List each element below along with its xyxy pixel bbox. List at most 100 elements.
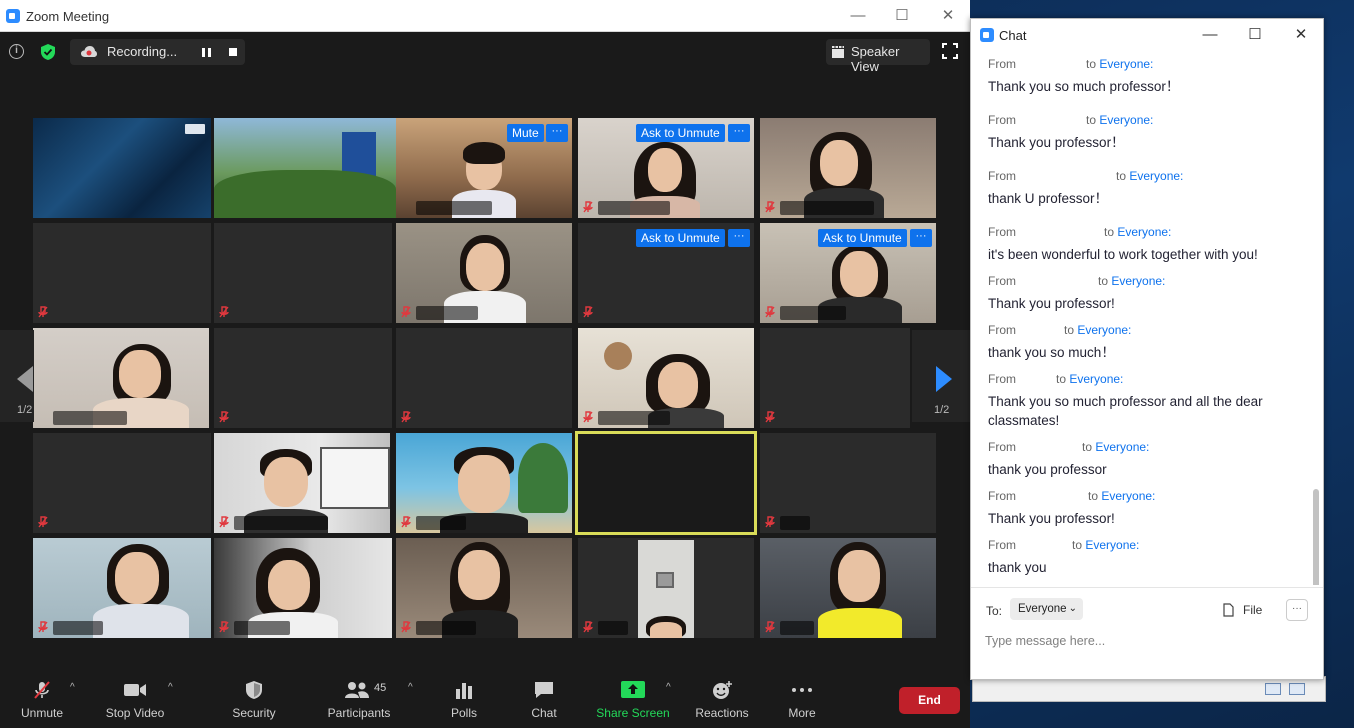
chat-scrollbar[interactable]	[1313, 489, 1319, 585]
zoom-titlebar[interactable]: Zoom Meeting — ☐ ✕	[0, 0, 970, 32]
video-tile[interactable]	[578, 538, 754, 638]
message-to-prefix: to	[1072, 538, 1083, 552]
zoom-meeting-window: Zoom Meeting — ☐ ✕ i Recording... Speake…	[0, 0, 970, 728]
message-text: thank you so much！	[988, 345, 1115, 360]
message-to-prefix: to	[1082, 440, 1093, 454]
fullscreen-icon[interactable]	[942, 43, 958, 59]
video-tile[interactable]	[33, 538, 211, 638]
message-recipient[interactable]: Everyone:	[1077, 323, 1131, 337]
chat-message: From to Everyone: thank you professor	[988, 440, 1308, 479]
minimize-icon[interactable]: —	[1200, 25, 1220, 45]
message-recipient[interactable]: Everyone:	[1117, 225, 1171, 239]
video-tile[interactable]: Ask to Unmute ···	[760, 223, 936, 323]
video-tile[interactable]	[33, 433, 211, 533]
ask-to-unmute-button[interactable]: Ask to Unmute	[818, 229, 907, 247]
minimize-icon[interactable]: —	[848, 6, 868, 26]
participant-face	[648, 148, 682, 192]
ask-to-unmute-button[interactable]: Ask to Unmute	[636, 229, 725, 247]
file-button[interactable]: File	[1221, 599, 1281, 621]
message-recipient[interactable]: Everyone:	[1129, 169, 1183, 183]
message-header: From to Everyone:	[988, 489, 1308, 505]
video-tile[interactable]	[214, 433, 390, 533]
message-recipient[interactable]: Everyone:	[1099, 57, 1153, 71]
speaker-view-button[interactable]: Speaker View	[826, 39, 930, 74]
security-label: Security	[232, 706, 276, 720]
audio-options-caret-icon[interactable]: ^	[70, 682, 80, 693]
close-icon[interactable]: ✕	[1291, 25, 1311, 45]
share-options-caret-icon[interactable]: ^	[666, 682, 676, 693]
video-tile[interactable]: Mute ···	[396, 118, 572, 218]
polls-button[interactable]: Polls	[440, 668, 488, 728]
video-options-caret-icon[interactable]: ^	[168, 682, 178, 693]
video-tile[interactable]	[760, 433, 936, 533]
message-text: Thank you so much professor and all the …	[988, 394, 1263, 428]
video-tile[interactable]	[396, 538, 572, 638]
security-button[interactable]: Security	[224, 668, 284, 728]
chat-button[interactable]: Chat	[520, 668, 568, 728]
video-tile[interactable]	[396, 433, 572, 533]
encryption-shield-icon[interactable]	[40, 43, 56, 61]
chat-titlebar[interactable]: Chat — ☐ ✕	[971, 19, 1323, 51]
participant-face	[840, 251, 878, 297]
participants-button[interactable]: 45 Participants	[322, 668, 396, 728]
video-tile[interactable]	[214, 118, 396, 218]
maximize-icon[interactable]: ☐	[1245, 25, 1265, 45]
end-meeting-button[interactable]: End	[899, 687, 960, 714]
tile-more-button[interactable]: ···	[546, 124, 568, 142]
chat-message-list[interactable]: From to Everyone: Thank you so much profe…	[971, 51, 1323, 585]
muted-mic-icon	[765, 516, 775, 528]
chat-bubble-icon	[535, 682, 553, 698]
ask-to-unmute-button[interactable]: Ask to Unmute	[636, 124, 725, 142]
participants-options-caret-icon[interactable]: ^	[408, 682, 418, 693]
previous-page-button[interactable]: 1/2	[0, 330, 34, 422]
pause-recording-icon[interactable]	[202, 48, 211, 57]
close-icon[interactable]: ✕	[938, 6, 958, 26]
file-label: File	[1243, 603, 1263, 617]
stop-video-button[interactable]: Stop Video	[100, 668, 170, 728]
share-screen-label: Share Screen	[596, 706, 670, 720]
message-recipient[interactable]: Everyone:	[1069, 372, 1123, 386]
arrow-right-icon	[936, 366, 952, 392]
message-recipient[interactable]: Everyone:	[1101, 489, 1155, 503]
video-tile[interactable]	[214, 538, 392, 638]
list-view-icon[interactable]	[1265, 683, 1281, 695]
video-tile[interactable]	[396, 223, 572, 323]
video-tile[interactable]	[33, 118, 211, 218]
muted-mic-icon	[583, 411, 593, 423]
details-view-icon[interactable]	[1289, 683, 1305, 695]
video-tile[interactable]	[760, 538, 936, 638]
meeting-info-icon[interactable]: i	[9, 44, 24, 59]
maximize-icon[interactable]: ☐	[892, 6, 912, 26]
next-page-button[interactable]: 1/2	[912, 330, 970, 422]
message-from-label: From	[988, 323, 1016, 337]
active-speaker-tile[interactable]	[575, 431, 757, 535]
participant-face	[838, 550, 880, 602]
message-recipient[interactable]: Everyone:	[1085, 538, 1139, 552]
recipient-select[interactable]: Everyone ⌄	[1010, 598, 1083, 620]
video-tile[interactable]	[214, 223, 392, 323]
video-tile[interactable]	[396, 328, 572, 428]
message-recipient[interactable]: Everyone:	[1099, 113, 1153, 127]
video-tile[interactable]: Ask to Unmute ···	[578, 118, 754, 218]
message-recipient[interactable]: Everyone:	[1111, 274, 1165, 288]
unmute-button[interactable]: Unmute	[10, 668, 74, 728]
message-input[interactable]	[985, 630, 1305, 652]
tile-more-button[interactable]: ···	[910, 229, 932, 247]
video-tile[interactable]: Ask to Unmute ···	[578, 223, 754, 323]
message-recipient[interactable]: Everyone:	[1095, 440, 1149, 454]
reactions-button[interactable]: Reactions	[692, 668, 752, 728]
video-tile[interactable]	[214, 328, 392, 428]
video-tile[interactable]	[760, 118, 936, 218]
chat-more-button[interactable]: ···	[1286, 599, 1308, 621]
tile-more-button[interactable]: ···	[728, 124, 750, 142]
message-from-label: From	[988, 57, 1016, 71]
video-tile[interactable]	[33, 328, 209, 428]
video-tile[interactable]	[760, 328, 910, 428]
more-button[interactable]: More	[778, 668, 826, 728]
tile-more-button[interactable]: ···	[728, 229, 750, 247]
mute-button[interactable]: Mute	[507, 124, 544, 142]
share-screen-button[interactable]: Share Screen	[594, 668, 672, 728]
video-tile[interactable]	[578, 328, 754, 428]
video-tile[interactable]	[33, 223, 211, 323]
stop-recording-icon[interactable]	[229, 48, 237, 56]
